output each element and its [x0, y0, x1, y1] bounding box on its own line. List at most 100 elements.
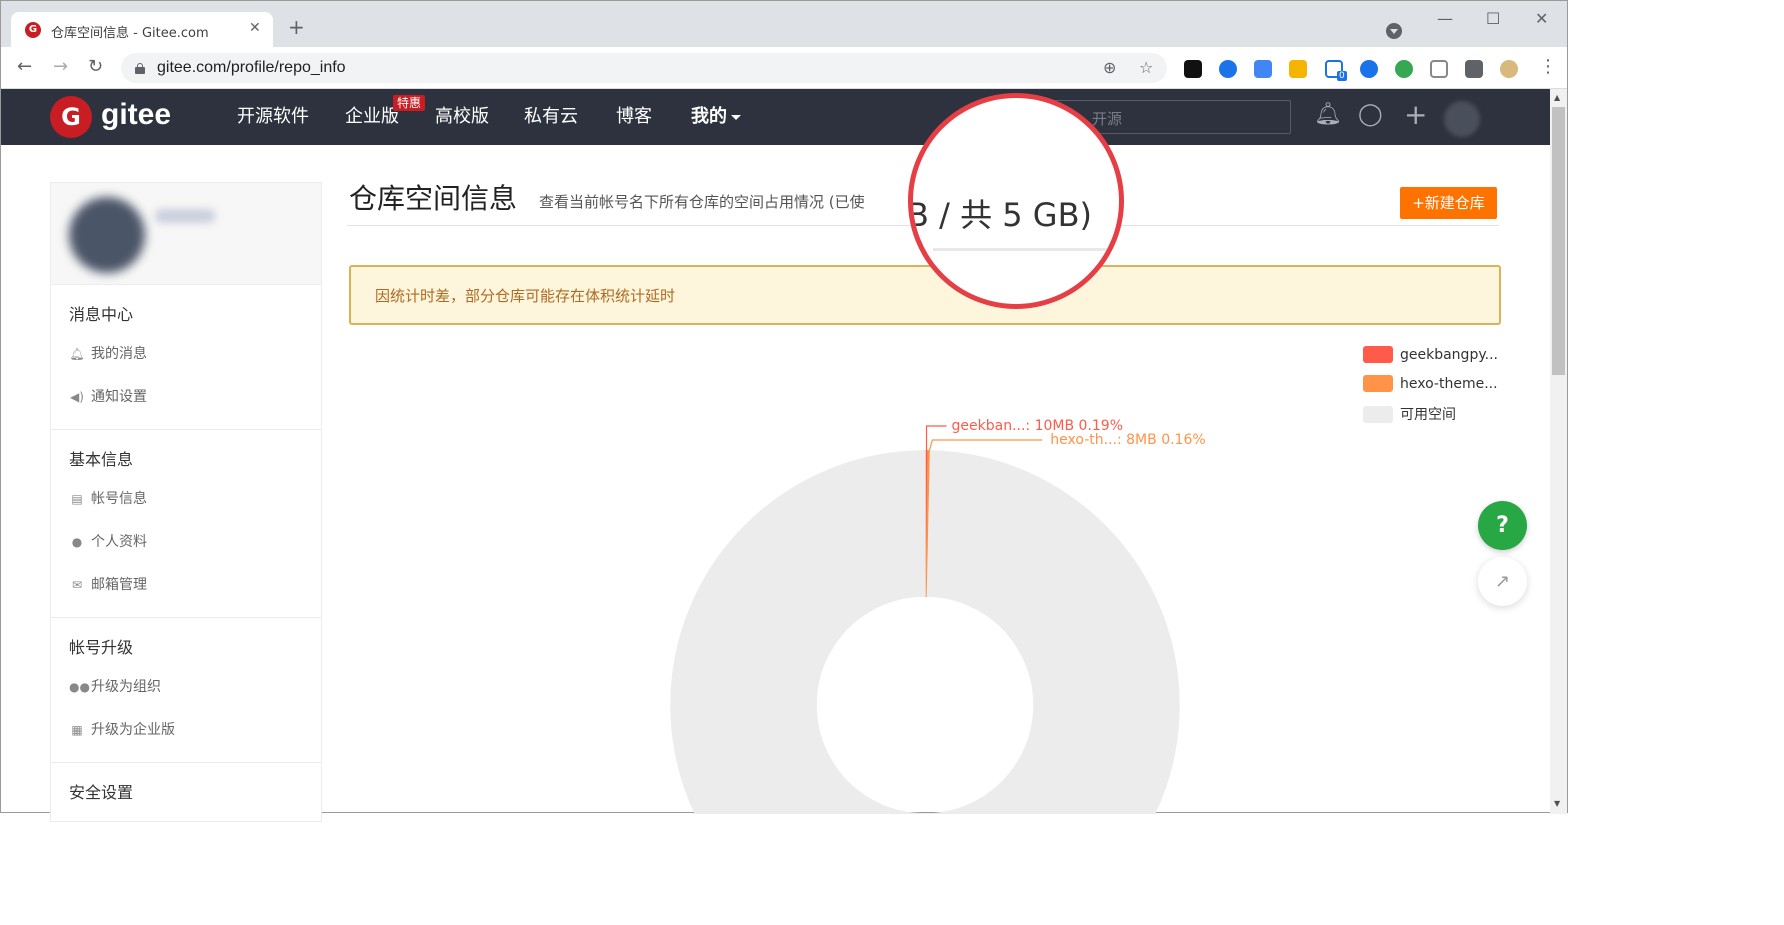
bell-icon: 🔔︎	[69, 347, 85, 361]
sidebar-heading[interactable]: 安全设置	[51, 775, 321, 811]
puzzle-icon[interactable]	[1465, 60, 1483, 78]
extension-icon[interactable]	[1254, 60, 1272, 78]
sidebar-heading: 消息中心	[69, 305, 134, 324]
lock-icon	[135, 63, 145, 74]
volume-icon: ◀)	[70, 390, 84, 404]
browser-tab-bar: G 仓库空间信息 - Gitee.com ✕ + — ☐ ✕	[1, 1, 1567, 47]
sidebar-item-label: 邮箱管理	[91, 577, 147, 593]
sidebar-heading: 基本信息	[69, 450, 134, 469]
zoom-text: B / 共 5 GB)	[908, 196, 1093, 234]
new-repo-button[interactable]: +新建仓库	[1400, 187, 1497, 219]
users-icon: ●●	[69, 680, 90, 694]
sidebar-item-profile[interactable]: ● 个人资料	[51, 521, 321, 564]
sidebar-section-messages: 消息中心 🔔︎ 我的消息 ◀) 通知设置	[51, 285, 321, 430]
bookmark-star-icon[interactable]: ☆	[1139, 58, 1153, 77]
shield-extension-icon[interactable]	[1430, 60, 1448, 78]
profile-avatar[interactable]	[1500, 60, 1518, 78]
promo-badge: 特惠	[393, 95, 426, 111]
envelope-icon: ✉	[71, 578, 83, 592]
bell-icon[interactable]: 🔔︎	[1314, 103, 1342, 127]
zoom-divider	[933, 248, 1113, 251]
sidebar-section-upgrade: 帐号升级 ●● 升级为组织 ▦ 升级为企业版	[51, 618, 321, 763]
legend-item-hexo[interactable]: hexo-theme...	[1363, 375, 1498, 392]
window-close-icon[interactable]: ✕	[1535, 9, 1548, 28]
tab-close-icon[interactable]: ✕	[249, 20, 261, 36]
page-scrollbar[interactable]: ▲ ▼	[1550, 89, 1567, 814]
nav-blog[interactable]: 博客	[616, 106, 652, 128]
sidebar-item-label: 帐号信息	[91, 491, 147, 507]
forward-icon[interactable]: →	[53, 58, 68, 76]
sidebar-item-upgrade-org[interactable]: ●● 升级为组织	[51, 666, 321, 709]
nav-education[interactable]: 高校版	[435, 106, 489, 128]
extension-icon[interactable]	[1184, 60, 1202, 78]
legend-swatch	[1363, 375, 1393, 392]
slice-label-line	[928, 439, 1043, 452]
sidebar-section-security: 安全设置	[51, 763, 321, 821]
extension-badge: 0	[1337, 71, 1347, 81]
legend-label: hexo-theme...	[1400, 375, 1498, 392]
caret-down-icon	[731, 114, 741, 120]
sidebar-item-account[interactable]: ▤ 帐号信息	[51, 478, 321, 521]
storage-donut-chart: geekban...: 10MB 0.19%hexo-th...: 8MB 0.…	[670, 418, 1206, 814]
search-placeholder: 开源	[1092, 110, 1123, 128]
settings-sidebar: 消息中心 🔔︎ 我的消息 ◀) 通知设置 基本信息 ▤ 帐号信息 ● 个人资料 ✉ 邮箱管…	[50, 182, 322, 822]
download-extension-icon[interactable]	[1289, 60, 1307, 78]
extension-icon[interactable]	[1395, 60, 1413, 78]
sidebar-item-label: 升级为组织	[91, 679, 161, 695]
id-card-icon: ▤	[71, 492, 83, 506]
minimize-icon[interactable]: —	[1437, 9, 1453, 28]
nav-open-source[interactable]: 开源软件	[237, 106, 309, 128]
nav-enterprise[interactable]: 企业版	[345, 106, 399, 128]
slice-data-label: hexo-th...: 8MB 0.16%	[1050, 432, 1205, 448]
bolt-extension-icon[interactable]	[1360, 60, 1378, 78]
scroll-up-icon[interactable]: ▲	[1554, 93, 1560, 102]
sidebar-section-basic: 基本信息 ▤ 帐号信息 ● 个人资料 ✉ 邮箱管理	[51, 430, 321, 618]
plus-icon[interactable]: +	[1404, 101, 1427, 129]
nav-mine[interactable]: 我的	[691, 106, 741, 128]
scroll-thumb[interactable]	[1552, 107, 1565, 375]
gitee-logo-text[interactable]: gitee	[101, 97, 171, 133]
zoom-icon[interactable]: ⊕	[1103, 58, 1116, 77]
sidebar-item-notification-settings[interactable]: ◀) 通知设置	[51, 376, 321, 419]
gitee-favicon-icon: G	[25, 22, 41, 38]
scroll-down-icon[interactable]: ▼	[1554, 799, 1560, 808]
user-avatar[interactable]	[1444, 101, 1480, 137]
reload-icon[interactable]: ↻	[88, 58, 103, 76]
legend-item-geekbang[interactable]: geekbangpy...	[1363, 346, 1498, 363]
gitee-logo-icon[interactable]: G	[50, 96, 92, 138]
sidebar-item-upgrade-enterprise[interactable]: ▦ 升级为企业版	[51, 709, 321, 752]
address-bar[interactable]: gitee.com/profile/repo_info ⊕ ☆	[121, 53, 1167, 83]
donut-slice[interactable]	[670, 450, 1180, 814]
tab-search-icon[interactable]	[1386, 23, 1402, 39]
sidebar-item-email[interactable]: ✉ 邮箱管理	[51, 564, 321, 607]
url-text[interactable]: gitee.com/profile/repo_info	[157, 59, 346, 77]
slice-label-line	[925, 425, 947, 452]
extension-icon[interactable]	[1219, 60, 1237, 78]
tab-title: 仓库空间信息 - Gitee.com	[51, 26, 209, 41]
legend-label: 可用空间	[1400, 407, 1456, 423]
sidebar-heading: 帐号升级	[69, 638, 134, 657]
menu-dots-icon[interactable]: ⋮	[1539, 58, 1557, 76]
zoom-magnifier-annotation: B / 共 5 GB)	[908, 93, 1124, 309]
user-icon: ●	[71, 535, 83, 549]
user-name	[155, 209, 215, 223]
lightbulb-icon[interactable]: ◯	[1358, 103, 1383, 127]
new-tab-button[interactable]: +	[288, 17, 305, 37]
browser-tab[interactable]: G 仓库空间信息 - Gitee.com ✕	[11, 12, 273, 47]
legend-item-available[interactable]: 可用空间	[1363, 404, 1456, 424]
help-button[interactable]: ?	[1478, 501, 1527, 550]
maximize-icon[interactable]: ☐	[1486, 9, 1500, 28]
legend-swatch	[1363, 346, 1393, 363]
nav-private-cloud[interactable]: 私有云	[524, 106, 578, 128]
share-button[interactable]: ↗	[1478, 557, 1527, 606]
warning-alert: 因统计时差，部分仓库可能存在体积统计延时	[349, 265, 1501, 325]
browser-toolbar: ← → ↻ gitee.com/profile/repo_info ⊕ ☆ 0 …	[1, 47, 1567, 89]
page-description: 查看当前帐号名下所有仓库的空间占用情况 (已使	[539, 193, 865, 211]
legend-label: geekbangpy...	[1400, 346, 1498, 363]
warning-text: 因统计时差，部分仓库可能存在体积统计延时	[375, 287, 676, 305]
sidebar-item-label: 通知设置	[91, 389, 147, 405]
back-icon[interactable]: ←	[17, 58, 32, 76]
nav-mine-label: 我的	[691, 106, 727, 127]
user-avatar[interactable]	[69, 197, 145, 273]
sidebar-item-my-messages[interactable]: 🔔︎ 我的消息	[51, 333, 321, 376]
